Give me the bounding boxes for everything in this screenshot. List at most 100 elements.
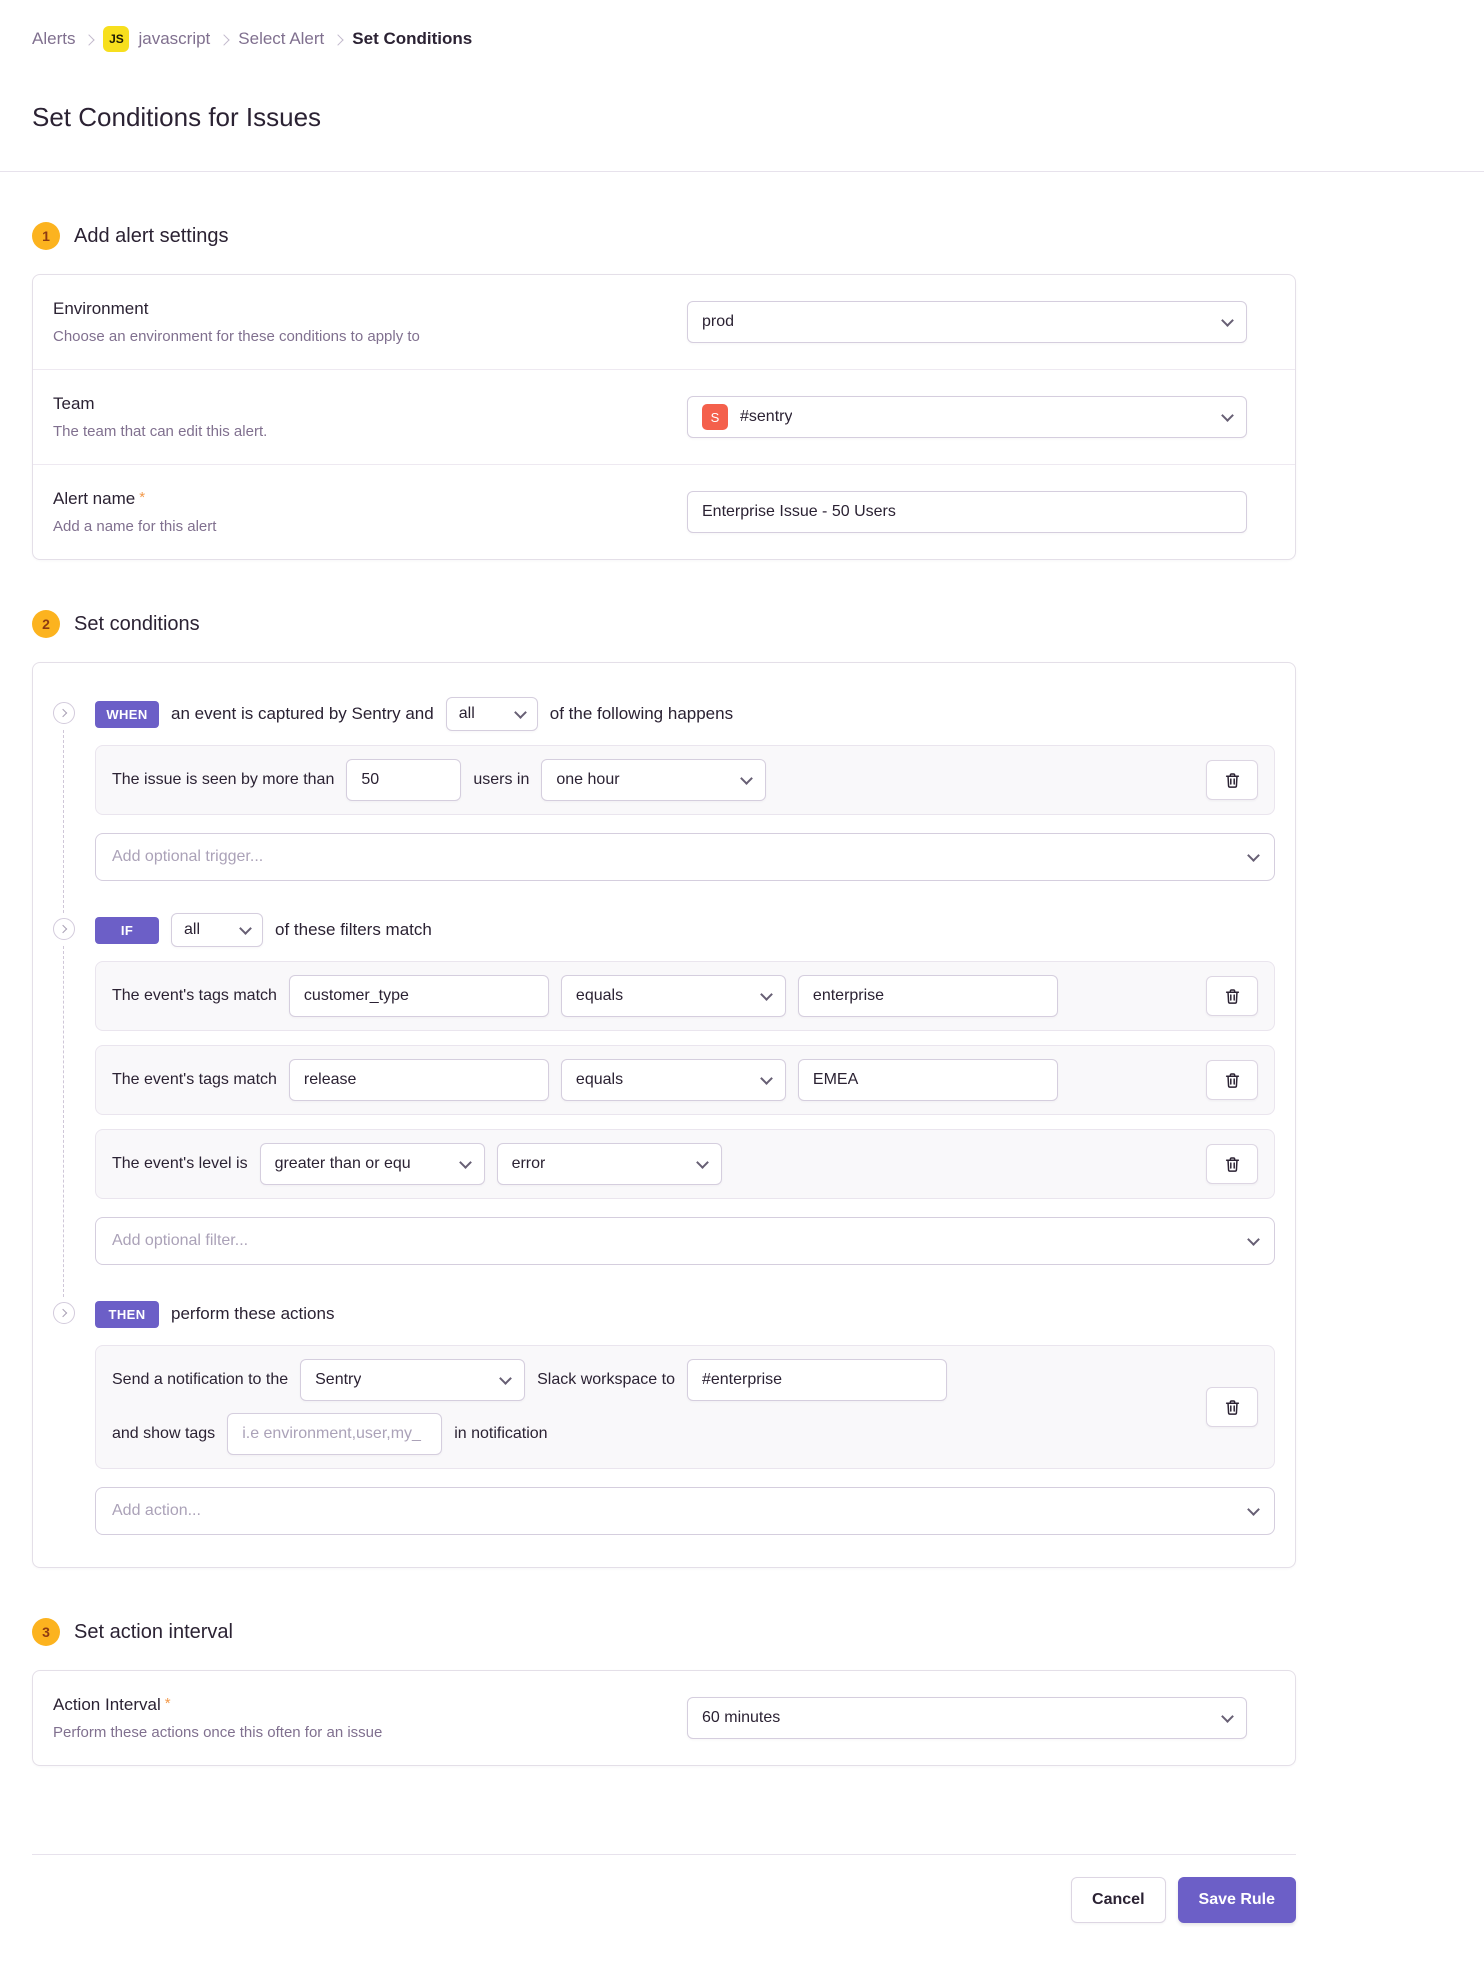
chevron-down-icon [1221,409,1234,422]
alert-name-label: Alert name* [53,489,216,509]
alert-name-input[interactable] [687,491,1247,533]
chevron-down-icon [459,1156,472,1169]
step-3-title: Set action interval [74,1621,233,1644]
chevron-down-icon [741,772,754,785]
if-badge: IF [95,917,159,944]
tag-key-input[interactable] [289,1059,549,1101]
collapse-toggle-icon[interactable] [53,1302,75,1324]
action-interval-select[interactable]: 60 minutes [687,1697,1247,1739]
if-header: IF all of these filters match [95,913,1275,947]
team-select[interactable]: S #sentry [687,396,1247,438]
delete-filter-button[interactable] [1206,1144,1258,1184]
breadcrumb-alerts[interactable]: Alerts [32,29,75,49]
trash-icon [1224,1399,1241,1416]
alert-settings-panel: Environment Choose an environment for th… [32,274,1296,560]
page-title: Set Conditions for Issues [32,102,1296,171]
chevron-down-icon [1247,1233,1260,1246]
javascript-platform-icon: JS [103,26,129,52]
step-2-number-badge: 2 [32,610,60,638]
delete-trigger-button[interactable] [1206,760,1258,800]
trigger-text-before: The issue is seen by more than [112,771,334,789]
step-1-title: Add alert settings [74,225,229,248]
user-count-input[interactable] [346,759,461,801]
step-2-heading: 2 Set conditions [32,610,1296,638]
team-label: Team [53,394,267,414]
trash-icon [1224,772,1241,789]
tag-operator-select[interactable]: equals [561,1059,786,1101]
level-filter-row: The event's level is greater than or equ… [95,1129,1275,1199]
collapse-toggle-icon[interactable] [53,702,75,724]
if-match-select[interactable]: all [171,913,263,947]
action-interval-label: Action Interval* [53,1695,382,1715]
then-header: THEN perform these actions [95,1297,1275,1331]
workspace-select[interactable]: Sentry [300,1359,525,1401]
action-interval-panel: Action Interval* Perform these actions o… [32,1670,1296,1766]
show-tags-input[interactable] [227,1413,442,1455]
delete-filter-button[interactable] [1206,1060,1258,1100]
tag-operator-select[interactable]: equals [561,975,786,1017]
page-header: Alerts JS javascript Select Alert Set Co… [0,0,1484,172]
trigger-text-middle: users in [473,771,529,789]
tag-value-input[interactable] [798,1059,1058,1101]
breadcrumb-project[interactable]: JS javascript [103,26,210,52]
filter-row: The event's tags match equals [95,1045,1275,1115]
chevron-right-icon [219,34,230,45]
tag-value-input[interactable] [798,975,1058,1017]
then-badge: THEN [95,1301,159,1328]
conditions-panel: WHEN an event is captured by Sentry and … [32,662,1296,1568]
cancel-button[interactable]: Cancel [1071,1877,1165,1923]
when-text-before: an event is captured by Sentry and [171,704,434,724]
if-group: IF all of these filters match The event'… [53,913,1275,1265]
action-interval-row: Action Interval* Perform these actions o… [33,1671,1295,1765]
add-optional-filter-select[interactable]: Add optional filter... [95,1217,1275,1265]
breadcrumb-select-alert[interactable]: Select Alert [238,29,324,49]
connector-line [63,946,64,1297]
step-2-title: Set conditions [74,613,200,636]
chevron-right-icon [84,34,95,45]
footer-actions: Cancel Save Rule [32,1877,1296,1967]
if-text-after: of these filters match [275,920,432,940]
breadcrumb: Alerts JS javascript Select Alert Set Co… [32,26,1296,52]
chevron-down-icon [239,922,252,935]
add-optional-trigger-select[interactable]: Add optional trigger... [95,833,1275,881]
level-value-select[interactable]: error [497,1143,722,1185]
required-marker: * [139,489,145,506]
chevron-down-icon [696,1156,709,1169]
trash-icon [1224,1072,1241,1089]
breadcrumb-project-label[interactable]: javascript [138,29,210,49]
action-interval-value: 60 minutes [702,1709,780,1727]
step-3-heading: 3 Set action interval [32,1618,1296,1646]
when-match-select[interactable]: all [446,697,538,731]
chevron-down-icon [760,988,773,1001]
environment-select-value: prod [702,313,734,331]
footer-divider [32,1854,1296,1855]
environment-row: Environment Choose an environment for th… [33,275,1295,369]
when-header: WHEN an event is captured by Sentry and … [95,697,1275,731]
filter-row: The event's tags match equals [95,961,1275,1031]
level-operator-select[interactable]: greater than or equ [260,1143,485,1185]
team-avatar: S [702,404,728,430]
step-1-number-badge: 1 [32,222,60,250]
interval-select[interactable]: one hour [541,759,766,801]
environment-select[interactable]: prod [687,301,1247,343]
step-1-heading: 1 Add alert settings [32,222,1296,250]
team-select-value: #sentry [740,408,792,426]
action-interval-help: Perform these actions once this often fo… [53,1724,382,1741]
step-3-number-badge: 3 [32,1618,60,1646]
environment-label: Environment [53,299,420,319]
alert-name-help: Add a name for this alert [53,518,216,535]
chevron-down-icon [1247,1503,1260,1516]
tag-key-input[interactable] [289,975,549,1017]
chevron-down-icon [1221,1710,1234,1723]
add-action-select[interactable]: Add action... [95,1487,1275,1535]
required-marker: * [165,1695,171,1712]
trash-icon [1224,1156,1241,1173]
trash-icon [1224,988,1241,1005]
delete-action-button[interactable] [1206,1387,1258,1427]
save-rule-button[interactable]: Save Rule [1178,1877,1296,1923]
delete-filter-button[interactable] [1206,976,1258,1016]
slack-channel-input[interactable] [687,1359,947,1401]
collapse-toggle-icon[interactable] [53,918,75,940]
then-group: THEN perform these actions Send a notifi… [53,1297,1275,1535]
environment-help: Choose an environment for these conditio… [53,328,420,345]
